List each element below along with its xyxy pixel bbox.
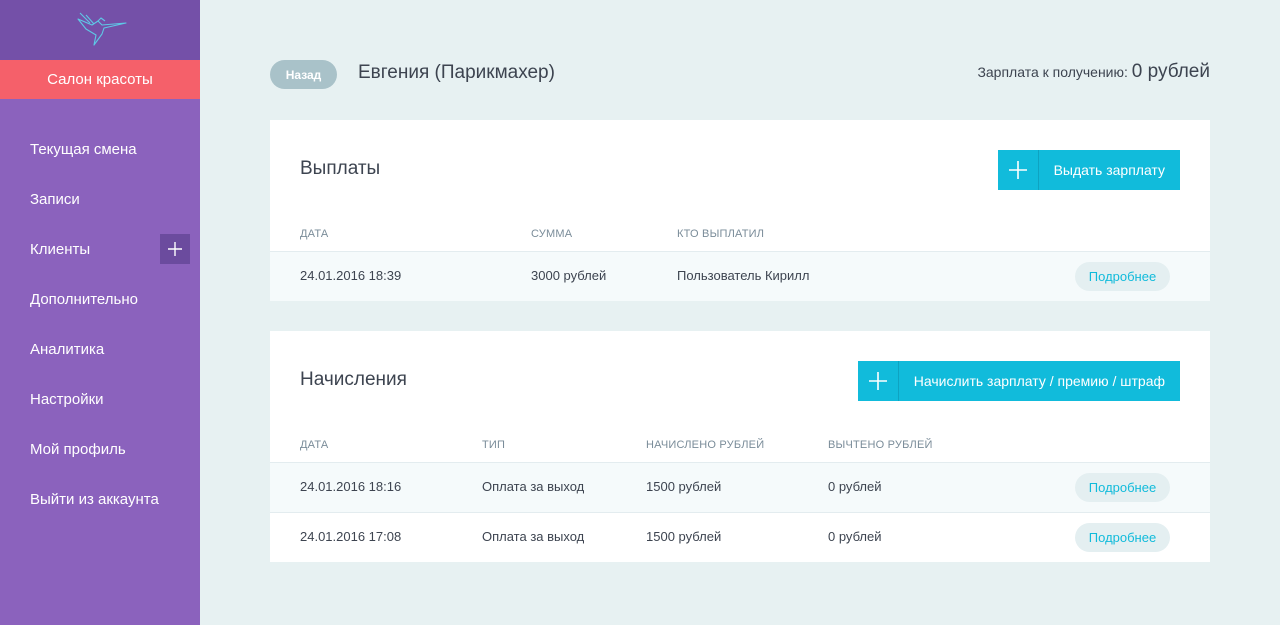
row-date: 24.01.2016 17:08 — [300, 529, 402, 544]
sidebar-item-label: Клиенты — [30, 240, 91, 258]
table-row: 24.01.2016 18:39 3000 рублей Пользовател… — [270, 251, 1210, 301]
back-button[interactable]: Назад — [270, 60, 337, 89]
column-header-deducted: ВЫЧТЕНО РУБЛЕЙ — [828, 439, 933, 451]
add-client-button[interactable] — [160, 234, 190, 264]
sidebar-item-label: Записи — [30, 190, 80, 208]
salon-name[interactable]: Салон красоты — [0, 60, 200, 99]
sidebar: Салон красоты Текущая смена Записи Клиен… — [0, 0, 200, 625]
sidebar-item-additional[interactable]: Дополнительно — [0, 274, 200, 324]
column-header-amount: СУММА — [531, 228, 573, 240]
payouts-title: Выплаты — [300, 158, 381, 179]
column-header-type: ТИП — [482, 439, 506, 451]
accruals-title: Начисления — [300, 369, 407, 390]
sidebar-item-label: Текущая смена — [30, 140, 137, 158]
employee-title: Евгения (Парикмахер) — [358, 62, 555, 83]
plus-icon — [858, 361, 899, 401]
details-button[interactable]: Подробнее — [1075, 262, 1170, 291]
row-accrued: 1500 рублей — [646, 529, 722, 544]
sidebar-item-label: Аналитика — [30, 340, 105, 358]
details-button[interactable]: Подробнее — [1075, 473, 1170, 502]
column-header-accrued: НАЧИСЛЕНО РУБЛЕЙ — [646, 439, 765, 451]
issue-salary-button[interactable]: Выдать зарплату — [997, 150, 1180, 190]
payouts-table-header: ДАТА СУММА КТО ВЫПЛАТИЛ — [270, 228, 1210, 246]
column-header-date: ДАТА — [300, 228, 329, 240]
salary-due-value: 0 рублей — [1131, 61, 1210, 82]
accrue-salary-label: Начислить зарплату / премию / штраф — [913, 373, 1165, 389]
row-paid-by: Пользователь Кирилл — [677, 268, 810, 283]
row-accrued: 1500 рублей — [646, 479, 722, 494]
sidebar-item-appointments[interactable]: Записи — [0, 174, 200, 224]
plus-icon — [998, 150, 1039, 190]
sidebar-item-label: Настройки — [30, 390, 104, 408]
table-row: 24.01.2016 17:08 Оплата за выход 1500 ру… — [270, 512, 1210, 562]
sidebar-item-clients[interactable]: Клиенты — [0, 224, 200, 274]
row-deducted: 0 рублей — [828, 479, 882, 494]
row-date: 24.01.2016 18:16 — [300, 479, 402, 494]
payouts-card: Выплаты Выдать зарплату ДАТА СУММА КТО В… — [270, 120, 1210, 301]
logo-area — [0, 0, 200, 60]
accruals-card: Начисления Начислить зарплату / премию /… — [270, 331, 1210, 562]
row-amount: 3000 рублей — [531, 268, 607, 283]
plus-icon — [168, 242, 182, 256]
issue-salary-label: Выдать зарплату — [1053, 162, 1165, 178]
sidebar-nav: Текущая смена Записи Клиенты Дополнитель… — [0, 99, 200, 524]
sidebar-item-logout[interactable]: Выйти из аккаунта — [0, 474, 200, 524]
row-date: 24.01.2016 18:39 — [300, 268, 402, 283]
sidebar-item-settings[interactable]: Настройки — [0, 374, 200, 424]
salary-due-label: Зарплата к получению: — [977, 64, 1128, 80]
salary-due: Зарплата к получению: 0 рублей — [977, 61, 1210, 83]
sidebar-item-current-shift[interactable]: Текущая смена — [0, 124, 200, 174]
sidebar-item-label: Выйти из аккаунта — [30, 490, 159, 508]
sidebar-item-profile[interactable]: Мой профиль — [0, 424, 200, 474]
hummingbird-logo-icon[interactable] — [72, 9, 128, 51]
row-type: Оплата за выход — [482, 479, 585, 494]
details-button[interactable]: Подробнее — [1075, 523, 1170, 552]
sidebar-item-label: Дополнительно — [30, 290, 138, 308]
sidebar-item-analytics[interactable]: Аналитика — [0, 324, 200, 374]
accruals-table-header: ДАТА ТИП НАЧИСЛЕНО РУБЛЕЙ ВЫЧТЕНО РУБЛЕЙ — [270, 439, 1210, 457]
row-deducted: 0 рублей — [828, 529, 882, 544]
column-header-paid-by: КТО ВЫПЛАТИЛ — [677, 228, 765, 240]
accrue-salary-button[interactable]: Начислить зарплату / премию / штраф — [857, 361, 1180, 401]
row-type: Оплата за выход — [482, 529, 585, 544]
table-row: 24.01.2016 18:16 Оплата за выход 1500 ру… — [270, 462, 1210, 512]
column-header-date: ДАТА — [300, 439, 329, 451]
sidebar-item-label: Мой профиль — [30, 440, 126, 458]
